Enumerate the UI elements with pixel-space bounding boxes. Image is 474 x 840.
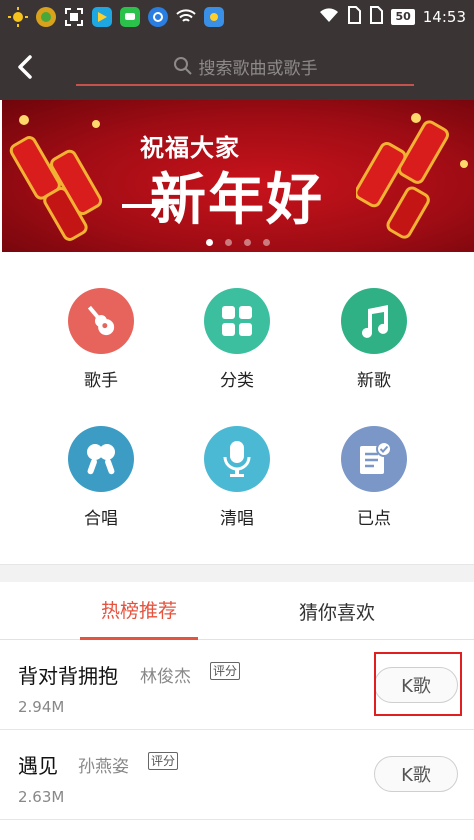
playlist-check-icon — [341, 426, 407, 492]
wifi-icon — [176, 7, 196, 27]
song-artist: 林俊杰 — [140, 667, 191, 687]
browser-icon — [148, 7, 168, 27]
back-arrow-icon — [18, 55, 32, 79]
search-input[interactable]: 搜索歌曲或歌手 — [76, 48, 414, 86]
tab-hot-chart[interactable]: 热榜推荐 — [80, 582, 198, 640]
banner-title: 新年好 — [150, 167, 324, 233]
scan-icon — [64, 7, 84, 27]
banner-page-indicator — [2, 239, 474, 246]
category-singer[interactable]: 歌手 — [51, 288, 151, 391]
app-header: 搜索歌曲或歌手 — [0, 34, 474, 100]
page-dot[interactable] — [225, 239, 232, 246]
sing-button[interactable]: K歌 — [374, 756, 458, 792]
song-artist: 孙燕姿 — [78, 757, 129, 777]
tab-bar: 热榜推荐 猜你喜欢 — [0, 582, 474, 640]
music-note-icon — [341, 288, 407, 354]
firecracker-left-icon — [9, 115, 103, 241]
song-row[interactable]: 遇见 孙燕姿 评分 2.63M K歌 — [0, 730, 474, 820]
promo-banner[interactable]: 祝福大家 新年好 — [2, 100, 474, 252]
grid-icon — [204, 288, 270, 354]
chat-icon — [120, 7, 140, 27]
category-selected[interactable]: 已点 — [324, 426, 424, 529]
page-dot[interactable] — [206, 239, 213, 246]
battery-icon: 50 — [391, 9, 415, 25]
microphone-icon — [204, 426, 270, 492]
search-icon — [173, 57, 192, 75]
category-label: 分类 — [220, 371, 254, 391]
category-new-songs[interactable]: 新歌 — [324, 288, 424, 391]
banner-subtitle: 祝福大家 — [140, 133, 240, 162]
sun-icon — [8, 7, 28, 27]
song-title: 背对背拥抱 — [18, 664, 118, 688]
score-badge: 评分 — [148, 752, 179, 770]
system-status: 50 14:53 — [319, 6, 466, 28]
sim1-icon — [347, 6, 362, 28]
play-icon — [92, 7, 112, 27]
category-label: 新歌 — [357, 371, 391, 391]
status-bar: 50 14:53 — [0, 0, 474, 34]
back-button[interactable] — [10, 50, 40, 84]
category-acapella[interactable]: 清唱 — [187, 426, 287, 529]
firecracker-right-icon — [356, 113, 468, 239]
page-dot[interactable] — [263, 239, 270, 246]
duet-mic-icon — [68, 426, 134, 492]
clock: 14:53 — [422, 8, 466, 26]
sim2-icon — [369, 6, 384, 28]
category-duet[interactable]: 合唱 — [51, 426, 151, 529]
guitar-icon — [68, 288, 134, 354]
search-placeholder: 搜索歌曲或歌手 — [198, 58, 318, 79]
wifi-signal-icon — [319, 7, 339, 27]
song-size: 2.63M — [18, 788, 65, 806]
highlight-box — [374, 652, 462, 716]
category-label: 清唱 — [220, 509, 254, 529]
category-label: 歌手 — [84, 371, 118, 391]
song-size: 2.94M — [18, 698, 65, 716]
category-grid: 歌手 分类 新歌 合唱 清唱 已点 — [0, 252, 474, 564]
category-genre[interactable]: 分类 — [187, 288, 287, 391]
notification-icons — [8, 7, 224, 27]
weather-icon — [204, 7, 224, 27]
category-label: 已点 — [357, 509, 391, 529]
song-title: 遇见 — [18, 754, 58, 778]
section-divider — [0, 564, 474, 582]
score-badge: 评分 — [210, 662, 241, 680]
game-icon — [36, 7, 56, 27]
category-label: 合唱 — [84, 509, 118, 529]
tab-recommend[interactable]: 猜你喜欢 — [278, 582, 396, 640]
page-dot[interactable] — [244, 239, 251, 246]
